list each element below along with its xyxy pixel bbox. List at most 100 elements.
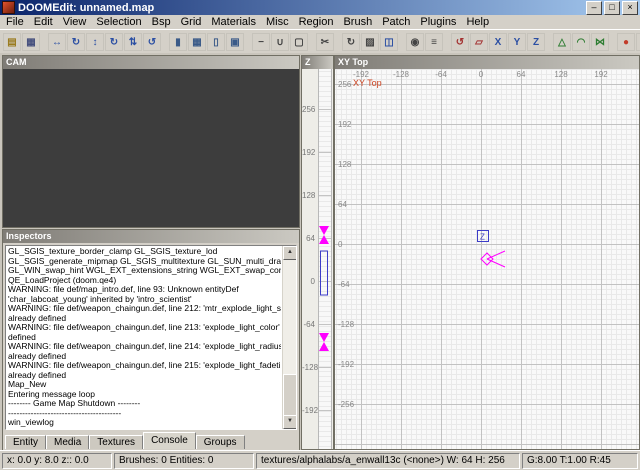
console-output[interactable]: GL_SGIS_texture_border_clamp GL_SGIS_tex… bbox=[5, 245, 297, 430]
camera-panel-titlebar[interactable]: CAM bbox=[3, 56, 299, 69]
inspectors-panel-titlebar[interactable]: Inspectors bbox=[3, 230, 299, 243]
flip-x-button[interactable]: ↔ bbox=[48, 33, 66, 51]
console-line: WARNING: file def/weapon_chaingun.def, l… bbox=[8, 304, 281, 313]
menu-item[interactable]: File bbox=[1, 15, 29, 29]
scale-lock-y-button[interactable]: Y bbox=[508, 33, 526, 51]
menu-bar: File Edit View Selection Bsp Grid Materi… bbox=[0, 15, 640, 29]
inspector-tab[interactable]: Textures bbox=[89, 435, 144, 449]
show-lights-button[interactable]: ● bbox=[617, 33, 635, 51]
inspector-tab[interactable]: Entity bbox=[5, 435, 47, 449]
xy-v-ruler-label: 128 bbox=[338, 160, 352, 169]
texture-view-button[interactable]: ▨ bbox=[361, 33, 379, 51]
z-ruler-label: 128 bbox=[302, 191, 316, 200]
console-line: WARNING: file def/weapon_chaingun.def, l… bbox=[8, 361, 281, 370]
toolbar: ▤ ▦ ↔ ↻ ↕ ↻ ⇅ ↺ ▮ ▦ ▯ ▣ − ∪ ▢ ✂ ↻ ▨ ◫ ◉ … bbox=[0, 29, 640, 55]
z-viewport[interactable]: 256 192 128 64 0 -64 -128 -192 bbox=[302, 69, 333, 449]
menu-item[interactable]: Materials bbox=[206, 15, 261, 29]
app-icon bbox=[2, 1, 15, 14]
menu-item[interactable]: Region bbox=[294, 15, 339, 29]
menu-item[interactable]: Misc bbox=[261, 15, 294, 29]
menu-item[interactable]: Selection bbox=[91, 15, 146, 29]
z-ruler-label: -128 bbox=[302, 363, 319, 372]
patch-wireframe-button[interactable]: △ bbox=[553, 33, 571, 51]
console-line: WARNING: file def/weapon_chaingun.def, l… bbox=[8, 342, 281, 351]
console-line: QE_LoadProject (doom.qe4) bbox=[8, 275, 117, 285]
xy-h-ruler-label: -128 bbox=[392, 70, 410, 79]
xy-grid-canvas[interactable] bbox=[335, 69, 639, 449]
camera-panel: CAM bbox=[2, 55, 300, 228]
free-rotation-button[interactable]: ↺ bbox=[451, 33, 469, 51]
menu-item[interactable]: Brush bbox=[338, 15, 377, 29]
minimize-button[interactable]: – bbox=[586, 0, 602, 15]
console-line: GL_SGIS_texture_border_clamp GL_SGIS_tex… bbox=[8, 247, 218, 256]
console-line: GL_WIN_swap_hint WGL_EXT_extensions_stri… bbox=[8, 266, 281, 275]
close-button[interactable]: × bbox=[622, 0, 638, 15]
status-bar: x: 0.0 y: 8.0 z:: 0.0 Brushes: 0 Entitie… bbox=[0, 450, 640, 470]
select-touching-button[interactable]: ▦ bbox=[188, 33, 206, 51]
entity-list-button[interactable]: ≡ bbox=[425, 33, 443, 51]
scroll-down-icon[interactable]: ▼ bbox=[283, 415, 296, 429]
menu-item[interactable]: Grid bbox=[176, 15, 207, 29]
flip-y-button[interactable]: ↕ bbox=[86, 33, 104, 51]
xy-v-ruler-label: -192 bbox=[338, 360, 355, 369]
xy-panel-titlebar[interactable]: XY Top bbox=[335, 56, 639, 69]
status-coordinates: x: 0.0 y: 8.0 z:: 0.0 bbox=[2, 452, 112, 469]
flip-z-button[interactable]: ⇅ bbox=[124, 33, 142, 51]
clipper-button[interactable]: ✂ bbox=[316, 33, 334, 51]
xy-v-ruler-label: -256 bbox=[338, 400, 355, 409]
cubic-clip-button[interactable]: ◫ bbox=[380, 33, 398, 51]
z-panel-titlebar[interactable]: Z bbox=[302, 56, 333, 69]
menu-item[interactable]: Bsp bbox=[147, 15, 176, 29]
menu-item[interactable]: Patch bbox=[377, 15, 415, 29]
open-file-button[interactable]: ▤ bbox=[3, 33, 21, 51]
xy-h-ruler-label: 64 bbox=[516, 70, 526, 79]
maximize-button[interactable]: □ bbox=[604, 0, 620, 15]
csg-merge-button[interactable]: ∪ bbox=[271, 33, 289, 51]
inspector-tab[interactable]: Media bbox=[46, 435, 90, 449]
inspector-tab[interactable]: Console bbox=[143, 432, 196, 449]
console-scrollbar[interactable]: ▲ ▼ bbox=[282, 246, 296, 429]
console-line: already defined bbox=[8, 351, 67, 361]
select-inside-button[interactable]: ▣ bbox=[226, 33, 244, 51]
scroll-up-icon[interactable]: ▲ bbox=[283, 246, 296, 260]
inspectors-panel-title: Inspectors bbox=[6, 231, 52, 241]
show-sound-button[interactable]: ◎ bbox=[636, 33, 640, 51]
change-views-button[interactable]: ↻ bbox=[342, 33, 360, 51]
scale-lock-z-button[interactable]: Z bbox=[527, 33, 545, 51]
doomedit-window: DOOMEdit: unnamed.map – □ × File Edit Vi… bbox=[0, 0, 640, 470]
scrollbar-thumb[interactable] bbox=[283, 374, 296, 416]
menu-item[interactable]: Plugins bbox=[415, 15, 461, 29]
status-counts: Brushes: 0 Entities: 0 bbox=[114, 452, 254, 469]
console-line: 'char_labcoat_young' inherited by 'intro… bbox=[8, 294, 192, 304]
camera-viewport[interactable] bbox=[3, 69, 299, 227]
patch-weld-button[interactable]: ⋈ bbox=[591, 33, 609, 51]
inspectors-panel: Inspectors GL_SGIS_texture_border_clamp … bbox=[2, 229, 300, 451]
title-bar[interactable]: DOOMEdit: unnamed.map – □ × bbox=[0, 0, 640, 15]
z-grid-strip[interactable] bbox=[318, 69, 332, 449]
rotate-z-button[interactable]: ↺ bbox=[143, 33, 161, 51]
status-grid-info: G:8.00 T:1.00 R:45 bbox=[522, 452, 638, 469]
menu-item[interactable]: Help bbox=[461, 15, 494, 29]
camera-preview-button[interactable]: ◉ bbox=[406, 33, 424, 51]
select-complete-tall-button[interactable]: ▮ bbox=[169, 33, 187, 51]
inspector-tab[interactable]: Groups bbox=[195, 435, 245, 449]
menu-item[interactable]: Edit bbox=[29, 15, 58, 29]
window-title: DOOMEdit: unnamed.map bbox=[18, 1, 155, 14]
scale-lock-x-button[interactable]: X bbox=[489, 33, 507, 51]
save-file-button[interactable]: ▦ bbox=[22, 33, 40, 51]
z-ruler-label: 64 bbox=[306, 234, 315, 243]
view-label: XY Top bbox=[353, 78, 382, 88]
xy-h-ruler-label: 192 bbox=[594, 70, 608, 79]
status-texture: textures/alphalabs/a_enwall13c (<none>) … bbox=[256, 452, 520, 469]
xy-h-ruler-label: 128 bbox=[554, 70, 568, 79]
rotate-y-button[interactable]: ↻ bbox=[105, 33, 123, 51]
xy-panel: XY Top -192 -128 -64 0 64 128 192 256 19… bbox=[334, 55, 640, 450]
menu-item[interactable]: View bbox=[58, 15, 92, 29]
csg-subtract-button[interactable]: − bbox=[252, 33, 270, 51]
make-hollow-button[interactable]: ▢ bbox=[290, 33, 308, 51]
select-partial-tall-button[interactable]: ▯ bbox=[207, 33, 225, 51]
z-panel-title: Z bbox=[305, 57, 311, 67]
free-scaling-button[interactable]: ▱ bbox=[470, 33, 488, 51]
rotate-x-button[interactable]: ↻ bbox=[67, 33, 85, 51]
patch-bend-button[interactable]: ◠ bbox=[572, 33, 590, 51]
